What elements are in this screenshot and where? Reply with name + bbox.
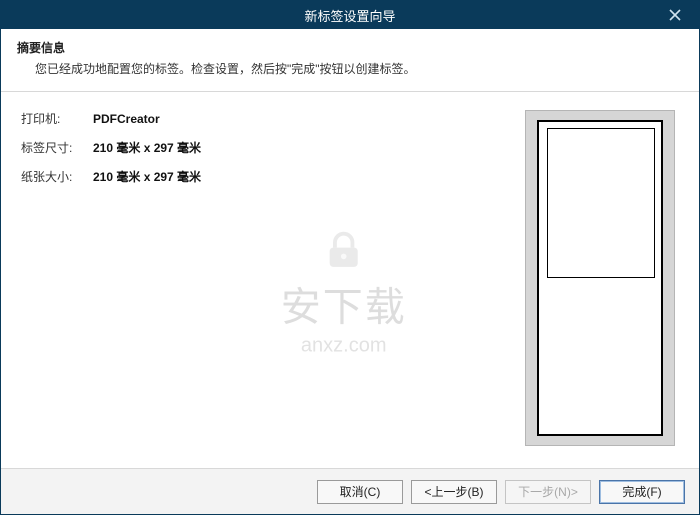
titlebar: 新标签设置向导 — [1, 1, 699, 29]
wizard-footer: 取消(C) <上一步(B) 下一步(N)> 完成(F) — [1, 468, 699, 514]
finish-button[interactable]: 完成(F) — [599, 480, 685, 504]
summary-row-printer: 打印机: PDFCreator — [21, 110, 521, 127]
wizard-content: 打印机: PDFCreator 标签尺寸: 210 毫米 x 297 毫米 纸张… — [1, 92, 699, 468]
header-subtitle: 您已经成功地配置您的标签。检查设置，然后按"完成"按钮以创建标签。 — [17, 60, 683, 77]
printer-label: 打印机: — [21, 110, 93, 127]
paper-size-value: 210 毫米 x 297 毫米 — [93, 168, 201, 185]
preview-pane — [521, 110, 679, 458]
summary-row-label-size: 标签尺寸: 210 毫米 x 297 毫米 — [21, 139, 521, 156]
cancel-button[interactable]: 取消(C) — [317, 480, 403, 504]
wizard-header: 摘要信息 您已经成功地配置您的标签。检查设置，然后按"完成"按钮以创建标签。 — [1, 29, 699, 92]
printer-value: PDFCreator — [93, 112, 160, 126]
label-size-label: 标签尺寸: — [21, 139, 93, 156]
back-button[interactable]: <上一步(B) — [411, 480, 497, 504]
summary-pane: 打印机: PDFCreator 标签尺寸: 210 毫米 x 297 毫米 纸张… — [21, 110, 521, 458]
preview-label-area — [547, 128, 655, 278]
summary-row-paper-size: 纸张大小: 210 毫米 x 297 毫米 — [21, 168, 521, 185]
paper-size-label: 纸张大小: — [21, 168, 93, 185]
header-title: 摘要信息 — [17, 39, 683, 56]
close-icon[interactable] — [657, 1, 693, 29]
preview-page — [537, 120, 663, 436]
label-size-value: 210 毫米 x 297 毫米 — [93, 139, 201, 156]
wizard-window: 新标签设置向导 摘要信息 您已经成功地配置您的标签。检查设置，然后按"完成"按钮… — [0, 0, 700, 515]
window-title: 新标签设置向导 — [304, 6, 395, 25]
next-button: 下一步(N)> — [505, 480, 591, 504]
preview-frame — [525, 110, 675, 446]
